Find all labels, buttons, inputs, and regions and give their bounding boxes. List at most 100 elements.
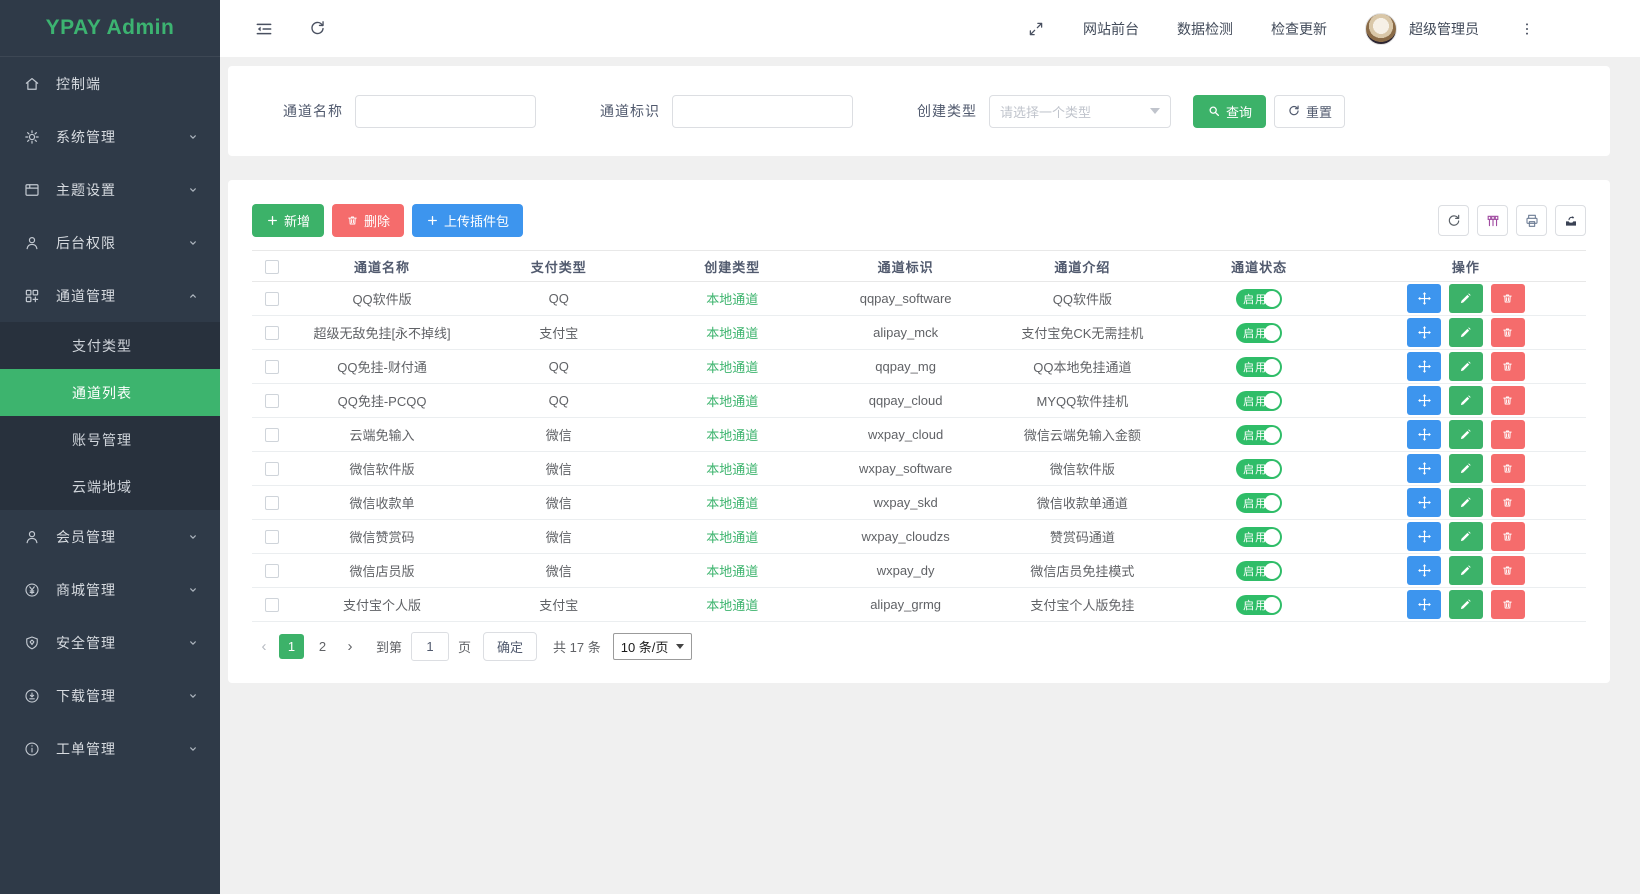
delete-button[interactable]: 删除 <box>332 204 404 237</box>
edit-row-button[interactable] <box>1449 556 1483 585</box>
delete-row-button[interactable] <box>1491 386 1525 415</box>
edit-row-button[interactable] <box>1449 488 1483 517</box>
edit-row-button[interactable] <box>1449 590 1483 619</box>
create-type-select[interactable]: 请选择一个类型 <box>989 95 1171 128</box>
submenu-item-accounts[interactable]: 账号管理 <box>0 416 220 463</box>
cell-create-type[interactable]: 本地通道 <box>646 588 819 622</box>
data-check-link[interactable]: 数据检测 <box>1177 19 1233 39</box>
channel-name-input[interactable] <box>355 95 536 128</box>
current-user-name[interactable]: 超级管理员 <box>1409 19 1479 39</box>
site-front-link[interactable]: 网站前台 <box>1083 19 1139 39</box>
goto-confirm-button[interactable]: 确定 <box>483 632 537 661</box>
more-menu-icon[interactable] <box>1519 20 1535 38</box>
sidebar-fold-icon[interactable] <box>254 19 274 39</box>
row-checkbox[interactable] <box>265 428 279 442</box>
status-toggle[interactable]: 启用 <box>1236 323 1282 343</box>
prev-page-button[interactable]: ‹ <box>252 634 276 660</box>
row-checkbox[interactable] <box>265 394 279 408</box>
submenu-item-pay-types[interactable]: 支付类型 <box>0 322 220 369</box>
sidebar-item-system[interactable]: 系统管理 <box>0 110 220 163</box>
row-checkbox[interactable] <box>265 326 279 340</box>
row-checkbox[interactable] <box>265 292 279 306</box>
delete-row-button[interactable] <box>1491 318 1525 347</box>
row-checkbox[interactable] <box>265 598 279 612</box>
add-button[interactable]: 新增 <box>252 204 324 237</box>
cell-create-type[interactable]: 本地通道 <box>646 316 819 350</box>
move-row-button[interactable] <box>1407 318 1441 347</box>
move-row-button[interactable] <box>1407 590 1441 619</box>
delete-row-button[interactable] <box>1491 590 1525 619</box>
search-button[interactable]: 查询 <box>1193 95 1266 128</box>
cell-create-type[interactable]: 本地通道 <box>646 452 819 486</box>
sidebar-item-theme[interactable]: 主题设置 <box>0 163 220 216</box>
sidebar-item-downloads[interactable]: 下载管理 <box>0 669 220 722</box>
goto-page-input[interactable] <box>411 632 449 661</box>
fullscreen-icon[interactable] <box>1027 20 1045 38</box>
delete-row-button[interactable] <box>1491 284 1525 313</box>
sidebar-item-security[interactable]: 安全管理 <box>0 616 220 669</box>
refresh-page-icon[interactable] <box>308 19 327 38</box>
sidebar-item-dashboard[interactable]: 控制端 <box>0 57 220 110</box>
edit-row-button[interactable] <box>1449 454 1483 483</box>
sidebar-item-tickets[interactable]: 工单管理 <box>0 722 220 775</box>
page-2-button[interactable]: 2 <box>310 634 335 659</box>
channel-code-input[interactable] <box>672 95 853 128</box>
cell-create-type[interactable]: 本地通道 <box>646 384 819 418</box>
move-row-button[interactable] <box>1407 420 1441 449</box>
row-checkbox[interactable] <box>265 496 279 510</box>
delete-row-button[interactable] <box>1491 522 1525 551</box>
edit-row-button[interactable] <box>1449 284 1483 313</box>
edit-row-button[interactable] <box>1449 386 1483 415</box>
check-update-link[interactable]: 检查更新 <box>1271 19 1327 39</box>
sidebar-item-mall[interactable]: 商城管理 <box>0 563 220 616</box>
cell-create-type[interactable]: 本地通道 <box>646 350 819 384</box>
page-1-button[interactable]: 1 <box>279 634 304 659</box>
move-row-button[interactable] <box>1407 488 1441 517</box>
move-row-button[interactable] <box>1407 284 1441 313</box>
edit-row-button[interactable] <box>1449 522 1483 551</box>
row-checkbox[interactable] <box>265 360 279 374</box>
move-row-button[interactable] <box>1407 386 1441 415</box>
cell-create-type[interactable]: 本地通道 <box>646 418 819 452</box>
status-toggle[interactable]: 启用 <box>1236 459 1282 479</box>
select-all-checkbox[interactable] <box>265 260 279 274</box>
next-page-button[interactable]: › <box>338 634 362 660</box>
move-row-button[interactable] <box>1407 352 1441 381</box>
status-toggle[interactable]: 启用 <box>1236 289 1282 309</box>
table-refresh-button[interactable] <box>1438 205 1469 236</box>
delete-row-button[interactable] <box>1491 420 1525 449</box>
row-checkbox[interactable] <box>265 564 279 578</box>
submenu-item-channel-list[interactable]: 通道列表 <box>0 369 220 416</box>
edit-row-button[interactable] <box>1449 420 1483 449</box>
reset-button[interactable]: 重置 <box>1274 95 1345 128</box>
status-toggle[interactable]: 启用 <box>1236 357 1282 377</box>
status-toggle[interactable]: 启用 <box>1236 561 1282 581</box>
upload-plugin-button[interactable]: 上传插件包 <box>412 204 523 237</box>
row-checkbox[interactable] <box>265 530 279 544</box>
column-filter-button[interactable] <box>1477 205 1508 236</box>
avatar[interactable] <box>1365 13 1397 45</box>
cell-create-type[interactable]: 本地通道 <box>646 554 819 588</box>
delete-row-button[interactable] <box>1491 488 1525 517</box>
edit-row-button[interactable] <box>1449 318 1483 347</box>
page-size-select[interactable]: 10 条/页 <box>613 633 693 660</box>
delete-row-button[interactable] <box>1491 352 1525 381</box>
status-toggle[interactable]: 启用 <box>1236 595 1282 615</box>
status-toggle[interactable]: 启用 <box>1236 493 1282 513</box>
print-button[interactable] <box>1516 205 1547 236</box>
cell-create-type[interactable]: 本地通道 <box>646 486 819 520</box>
move-row-button[interactable] <box>1407 454 1441 483</box>
cell-create-type[interactable]: 本地通道 <box>646 520 819 554</box>
status-toggle[interactable]: 启用 <box>1236 527 1282 547</box>
sidebar-item-permissions[interactable]: 后台权限 <box>0 216 220 269</box>
delete-row-button[interactable] <box>1491 556 1525 585</box>
sidebar-item-channels[interactable]: 通道管理 <box>0 269 220 322</box>
row-checkbox[interactable] <box>265 462 279 476</box>
cell-create-type[interactable]: 本地通道 <box>646 282 819 316</box>
submenu-item-cloud-region[interactable]: 云端地域 <box>0 463 220 510</box>
edit-row-button[interactable] <box>1449 352 1483 381</box>
export-button[interactable] <box>1555 205 1586 236</box>
move-row-button[interactable] <box>1407 522 1441 551</box>
status-toggle[interactable]: 启用 <box>1236 391 1282 411</box>
sidebar-item-members[interactable]: 会员管理 <box>0 510 220 563</box>
